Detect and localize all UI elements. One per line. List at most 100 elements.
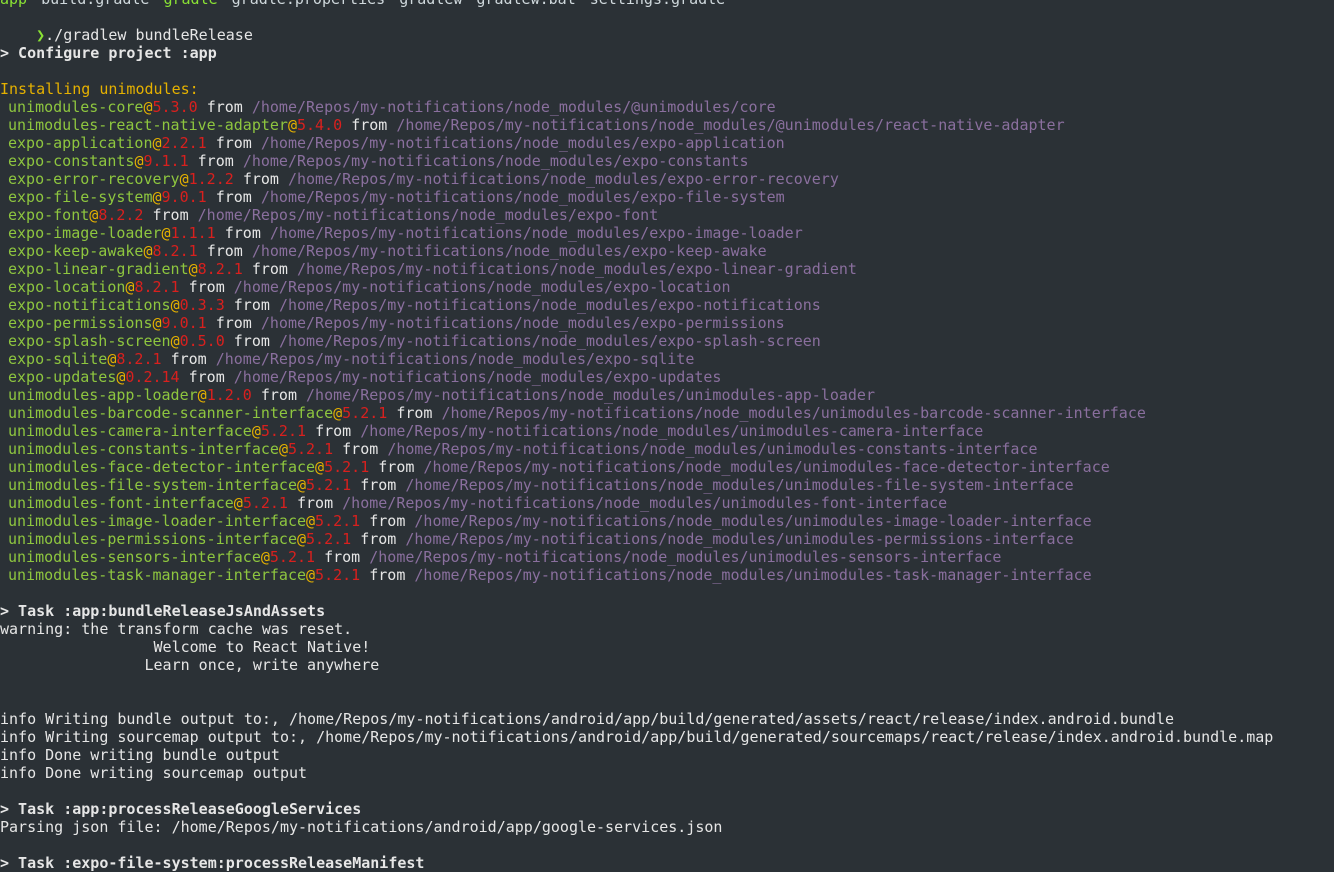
unimodule-line: unimodules-constants-interface@5.2.1 fro… [0,440,1334,458]
package-path: /home/Repos/my-notifications/node_module… [251,98,776,116]
package-version: 5.4.0 [297,116,343,134]
file-entry: gradle.properties [232,0,386,8]
at-sign: @ [152,134,162,152]
at-sign: @ [170,332,180,350]
at-sign: @ [306,566,316,584]
from-word: from [315,422,352,440]
from-word: from [197,152,234,170]
package-path: /home/Repos/my-notifications/node_module… [369,548,1002,566]
package-version: 0.2.14 [125,368,180,386]
package-name: unimodules-sensors-interface [8,548,261,566]
package-path: /home/Repos/my-notifications/node_module… [233,278,731,296]
task-manifest-header: > Task :expo-file-system:processReleaseM… [0,854,425,872]
package-name: unimodules-font-interface [8,494,234,512]
package-path: /home/Repos/my-notifications/node_module… [306,386,875,404]
package-name: expo-application [8,134,153,152]
package-version: 5.2.1 [324,458,370,476]
package-path: /home/Repos/my-notifications/node_module… [233,368,722,386]
package-name: unimodules-camera-interface [8,422,252,440]
at-sign: @ [260,548,270,566]
at-sign: @ [315,458,325,476]
package-version: 0.5.0 [179,332,225,350]
package-path: /home/Repos/my-notifications/node_module… [414,512,1092,530]
package-path: /home/Repos/my-notifications/node_module… [297,260,857,278]
prompt-chevron-icon: ❯ [36,26,46,44]
package-path: /home/Repos/my-notifications/node_module… [278,296,821,314]
package-name: unimodules-core [8,98,144,116]
at-sign: @ [161,224,171,242]
package-version: 1.2.2 [188,170,234,188]
package-name: unimodules-image-loader-interface [8,512,307,530]
at-sign: @ [197,386,207,404]
from-word: from [360,530,397,548]
at-sign: @ [333,404,343,422]
package-path: /home/Repos/my-notifications/node_module… [260,134,785,152]
package-name: unimodules-file-system-interface [8,476,297,494]
unimodule-line: unimodules-font-interface@5.2.1 from /ho… [0,494,1334,512]
unimodule-line: expo-keep-awake@8.2.1 from /home/Repos/m… [0,242,1334,260]
package-path: /home/Repos/my-notifications/node_module… [242,152,749,170]
unimodule-line: expo-font@8.2.2 from /home/Repos/my-noti… [0,206,1334,224]
package-version: 8.2.1 [134,278,180,296]
package-path: /home/Repos/my-notifications/node_module… [260,314,785,332]
from-word: from [152,206,189,224]
package-version: 5.2.1 [260,422,307,440]
package-path: /home/Repos/my-notifications/node_module… [251,242,767,260]
file-entry: app [0,0,27,8]
from-word: from [215,134,252,152]
from-word: from [260,386,297,404]
package-version: 5.2.1 [315,566,361,584]
unimodule-line: unimodules-task-manager-interface@5.2.1 … [0,566,1334,584]
unimodule-line: expo-location@8.2.1 from /home/Repos/my-… [0,278,1334,296]
package-name: expo-error-recovery [8,170,180,188]
unimodule-line: expo-permissions@9.0.1 from /home/Repos/… [0,314,1334,332]
package-version: 5.2.1 [269,548,316,566]
unimodule-line: expo-constants@9.1.1 from /home/Repos/my… [0,152,1334,170]
from-word: from [360,476,397,494]
from-word: from [188,278,225,296]
unimodule-line: unimodules-core@5.3.0 from /home/Repos/m… [0,98,1334,116]
package-version: 1.1.1 [170,224,216,242]
at-sign: @ [306,512,316,530]
from-word: from [188,368,225,386]
package-version: 8.2.2 [98,206,144,224]
package-name: expo-image-loader [8,224,162,242]
package-path: /home/Repos/my-notifications/node_module… [278,332,821,350]
welcome-line: Welcome to React Native! [0,638,371,656]
unimodule-line: expo-updates@0.2.14 from /home/Repos/my-… [0,368,1334,386]
unimodule-line: unimodules-camera-interface@5.2.1 from /… [0,422,1334,440]
from-word: from [233,296,270,314]
package-version: 5.2.1 [306,476,352,494]
unimodule-line: unimodules-file-system-interface@5.2.1 f… [0,476,1334,494]
at-sign: @ [296,476,307,494]
unimodule-line: expo-application@2.2.1 from /home/Repos/… [0,134,1334,152]
info-line: info Writing sourcemap output to:, /home… [0,728,1274,746]
from-word: from [297,494,334,512]
unimodule-line: unimodules-sensors-interface@5.2.1 from … [0,548,1334,566]
at-sign: @ [278,440,288,458]
command-text: ./gradlew bundleRelease [45,26,253,44]
from-word: from [215,314,252,332]
terminal-output[interactable]: app build.gradle gradle gradle.properties gr… [0,0,1334,872]
task-google-services-header: > Task :app:processReleaseGoogleServices [0,800,362,818]
package-name: unimodules-react-native-adapter [8,116,288,134]
package-version: 8.2.1 [116,350,162,368]
task-bundle-header: > Task :app:bundleReleaseJsAndAssets [0,602,326,620]
package-path: /home/Repos/my-notifications/node_module… [287,170,839,188]
package-path: /home/Repos/my-notifications/node_module… [441,404,1146,422]
unimodule-line: unimodules-barcode-scanner-interface@5.2… [0,404,1334,422]
file-entry: gradlew [399,0,462,8]
package-version: 5.2.1 [315,512,361,530]
from-word: from [351,116,388,134]
unimodule-line: expo-error-recovery@1.2.2 from /home/Rep… [0,170,1334,188]
package-path: /home/Repos/my-notifications/node_module… [269,224,803,242]
package-name: unimodules-app-loader [8,386,198,404]
at-sign: @ [89,206,99,224]
warning-line: warning: the transform cache was reset. [0,620,353,638]
file-entry: build.gradle [41,0,149,8]
package-version: 5.2.1 [342,404,388,422]
from-word: from [215,188,252,206]
from-word: from [242,170,279,188]
installing-header: Installing unimodules: [0,80,199,98]
at-sign: @ [152,314,162,332]
